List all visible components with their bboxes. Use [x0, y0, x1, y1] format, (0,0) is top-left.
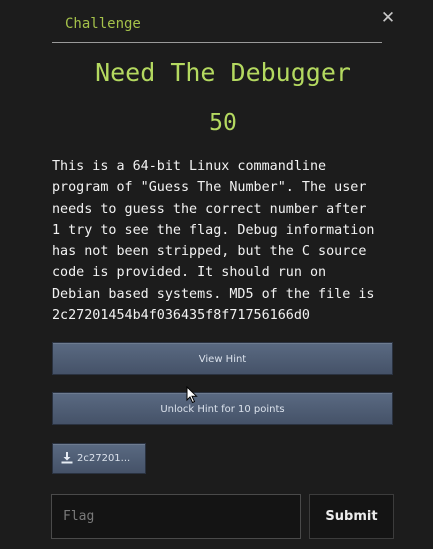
- submit-button[interactable]: Submit: [309, 494, 394, 539]
- unlock-hint-button[interactable]: Unlock Hint for 10 points: [52, 392, 393, 425]
- tab-bar: Challenge: [52, 0, 382, 43]
- challenge-points: 50: [209, 110, 237, 136]
- close-icon[interactable]: ✕: [380, 9, 396, 27]
- file-download-label: 2c27201...: [77, 453, 131, 464]
- flag-input[interactable]: [51, 494, 301, 539]
- description-line: program of "Guess The Number". The user: [52, 180, 367, 196]
- description-line: This is a 64-bit Linux commandline: [52, 159, 327, 174]
- description-line: needs to guess the correct number after: [52, 201, 367, 217]
- description-line: Debian based systems. MD5 of the file is: [52, 286, 375, 302]
- description-line: 1 try to see the flag. Debug information: [52, 222, 375, 238]
- description-line: has not been stripped, but the C source: [52, 244, 367, 260]
- file-download-button[interactable]: 2c27201...: [52, 443, 146, 474]
- challenge-description: This is a 64-bit Linux commandline progr…: [52, 156, 422, 326]
- view-hint-button[interactable]: View Hint: [52, 342, 393, 375]
- download-icon: [61, 452, 73, 464]
- challenge-modal: Challenge ✕ Need The Debugger 50 This is…: [0, 0, 433, 549]
- description-line: 2c27201454b4f036435f8f71756166d0: [52, 308, 310, 324]
- tab-challenge[interactable]: Challenge: [65, 15, 141, 33]
- mouse-cursor-icon: [186, 386, 198, 404]
- challenge-title: Need The Debugger: [95, 58, 351, 87]
- description-line: code is provided. It should run on: [52, 265, 327, 281]
